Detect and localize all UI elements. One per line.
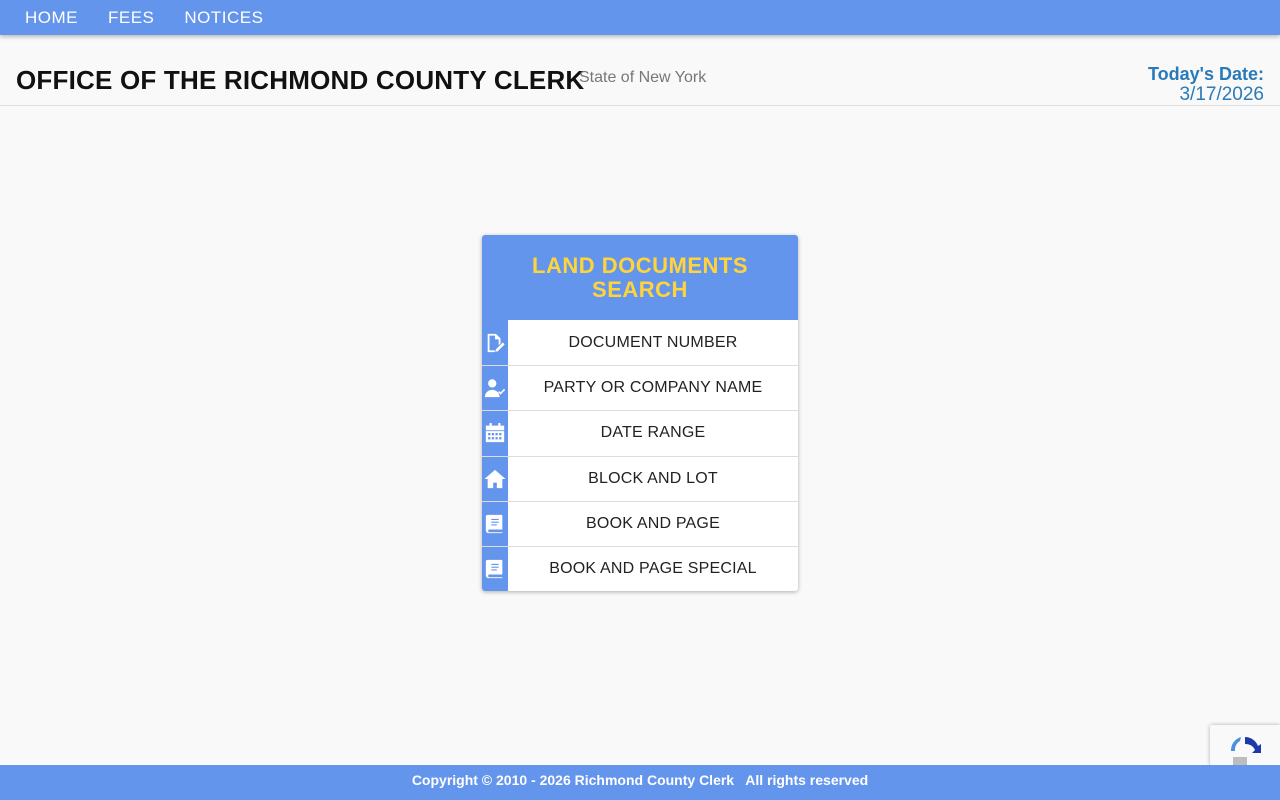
search-option-label: BOOK AND PAGE SPECIAL bbox=[549, 560, 757, 578]
card-header: LAND DOCUMENTS SEARCH bbox=[482, 235, 798, 320]
card-title: LAND DOCUMENTS SEARCH bbox=[532, 252, 748, 302]
user-check-icon bbox=[482, 366, 508, 411]
page-header: OFFICE OF THE RICHMOND COUNTY CLERK Stat… bbox=[0, 35, 1280, 106]
search-option-label: BLOCK AND LOT bbox=[588, 469, 718, 487]
search-option-book-and-page-special[interactable]: BOOK AND PAGE SPECIAL bbox=[482, 545, 798, 591]
page-subtitle: State of New York bbox=[579, 69, 707, 86]
todays-date-label: Today's Date: bbox=[1148, 64, 1264, 84]
search-option-label: PARTY OR COMPANY NAME bbox=[543, 379, 763, 397]
land-documents-search-card: LAND DOCUMENTS SEARCH DOCUMENT NUMBER PA… bbox=[482, 235, 798, 591]
search-option-label: DOCUMENT NUMBER bbox=[568, 333, 738, 351]
search-option-date-range[interactable]: DATE RANGE bbox=[482, 410, 798, 456]
top-nav: HOME FEES NOTICES bbox=[0, 0, 1280, 35]
page-title: OFFICE OF THE RICHMOND COUNTY CLERK bbox=[16, 65, 585, 95]
nav-home-link[interactable]: HOME bbox=[10, 0, 93, 35]
calendar-icon bbox=[482, 411, 508, 456]
search-option-document-number[interactable]: DOCUMENT NUMBER bbox=[482, 320, 798, 366]
recaptcha-icon bbox=[1230, 737, 1261, 765]
search-option-book-and-page[interactable]: BOOK AND PAGE bbox=[482, 500, 798, 546]
book-icon bbox=[482, 501, 508, 546]
search-option-party-or-company-name[interactable]: PARTY OR COMPANY NAME bbox=[482, 365, 798, 411]
todays-date-value: 3/17/2026 bbox=[1179, 84, 1264, 105]
search-options-list: DOCUMENT NUMBER PARTY OR COMPANY NAME DA… bbox=[482, 320, 798, 591]
recaptcha-badge[interactable] bbox=[1210, 725, 1280, 765]
copyright-text: Copyright © 2010 - 2026 Richmond County … bbox=[411, 771, 869, 788]
search-option-label: BOOK AND PAGE bbox=[586, 514, 720, 532]
nav-fees-link[interactable]: FEES bbox=[93, 0, 169, 35]
search-option-block-and-lot[interactable]: BLOCK AND LOT bbox=[482, 455, 798, 501]
page-footer: Copyright © 2010 - 2026 Richmond County … bbox=[0, 765, 1280, 800]
document-edit-icon bbox=[482, 320, 508, 366]
book-icon bbox=[482, 546, 508, 591]
home-icon bbox=[482, 456, 508, 501]
search-option-label: DATE RANGE bbox=[600, 424, 706, 442]
nav-notices-link[interactable]: NOTICES bbox=[169, 0, 278, 35]
